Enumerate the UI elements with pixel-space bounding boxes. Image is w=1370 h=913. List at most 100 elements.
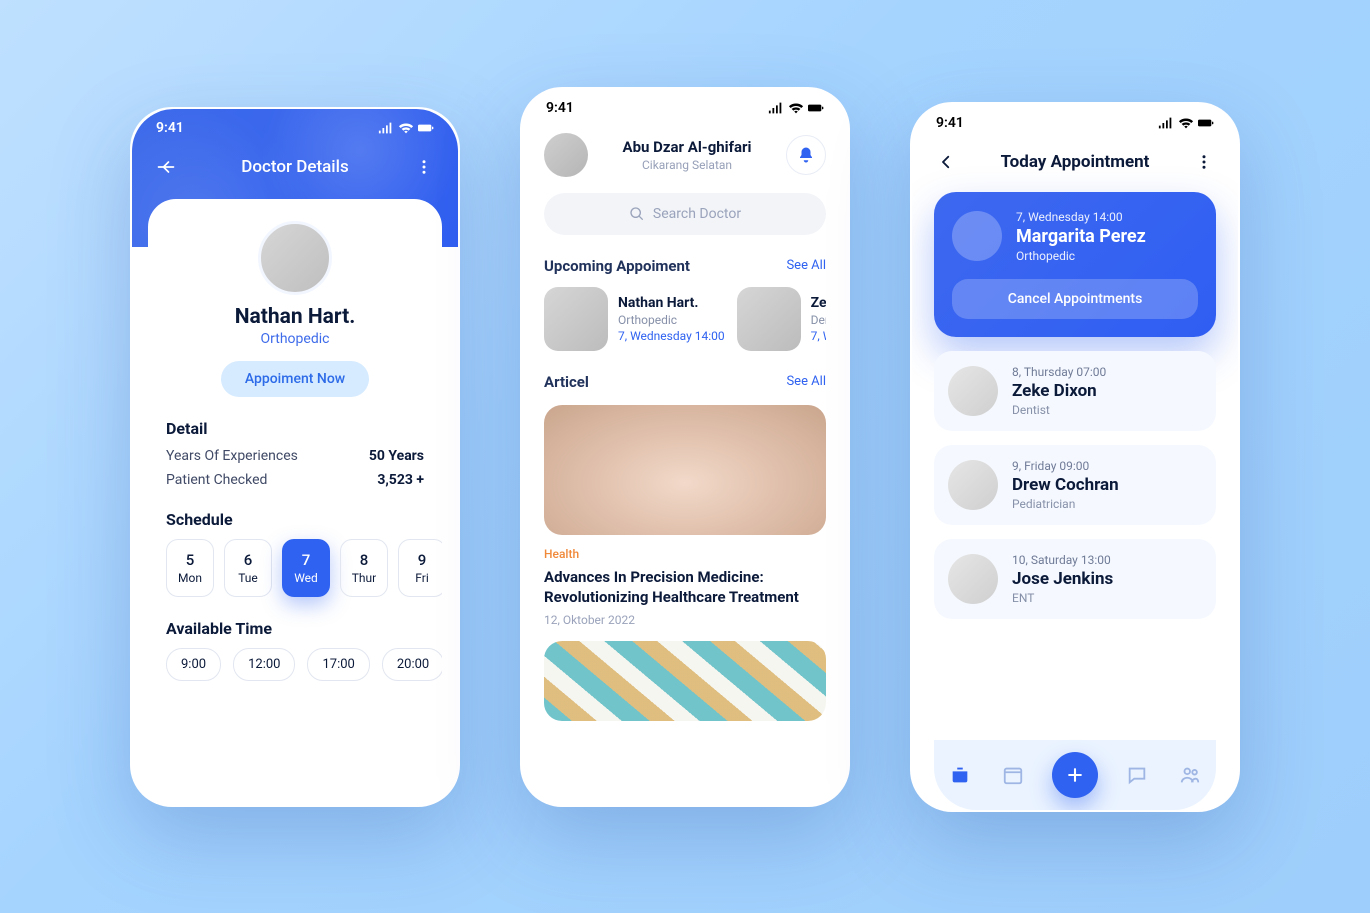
status-icons xyxy=(768,102,824,114)
briefcase-icon xyxy=(949,764,971,786)
bell-icon xyxy=(797,146,815,164)
schedule-days: 5Mon 6Tue 7Wed 8Thur 9Fri 10Sat xyxy=(166,539,424,597)
calendar-icon xyxy=(1002,764,1024,786)
tab-profile[interactable] xyxy=(1176,761,1204,789)
header-row: Doctor Details xyxy=(132,147,458,187)
status-bar: 9:41 xyxy=(132,109,458,147)
appointment-name: Zeke Dixon xyxy=(1012,381,1106,401)
doctor-thumb xyxy=(737,287,801,351)
user-avatar[interactable] xyxy=(544,133,588,177)
article-date: 12, Oktober 2022 xyxy=(544,613,826,627)
appointment-when: 7, We xyxy=(811,329,826,343)
appointment-hero[interactable]: 7, Wednesday 14:00 Margarita Perez Ortho… xyxy=(934,192,1216,337)
see-all-link[interactable]: See All xyxy=(786,258,826,273)
time-option[interactable]: 20:00 xyxy=(382,648,442,681)
appointment-name: Nathan Hart. xyxy=(618,295,725,311)
wifi-icon xyxy=(1178,117,1194,129)
cancel-appointment-button[interactable]: Cancel Appointments xyxy=(952,279,1198,319)
appointment-name: Jose Jenkins xyxy=(1012,569,1113,589)
patients-value: 3,523 + xyxy=(377,472,424,488)
status-bar: 9:41 xyxy=(912,104,1238,142)
appointment-spec: Orthopedic xyxy=(618,313,725,327)
plus-icon xyxy=(1065,765,1085,785)
battery-icon xyxy=(418,122,434,134)
doctor-avatar xyxy=(948,460,998,510)
tab-calendar[interactable] xyxy=(999,761,1027,789)
arrow-left-icon xyxy=(156,157,176,177)
upcoming-list[interactable]: Nathan Hart. Orthopedic 7, Wednesday 14:… xyxy=(544,287,826,351)
appointment-card[interactable]: Nathan Hart. Orthopedic 7, Wednesday 14:… xyxy=(544,287,725,351)
day-option-selected[interactable]: 7Wed xyxy=(282,539,330,597)
available-heading: Available Time xyxy=(166,619,424,638)
doctor-avatar xyxy=(948,554,998,604)
tab-chat[interactable] xyxy=(1123,761,1151,789)
day-option[interactable]: 9Fri xyxy=(398,539,442,597)
status-time: 9:41 xyxy=(546,100,574,116)
appointment-row[interactable]: 10, Saturday 13:00 Jose Jenkins ENT xyxy=(934,539,1216,619)
experience-row: Years Of Experiences 50 Years xyxy=(166,448,424,464)
tab-home[interactable] xyxy=(946,761,974,789)
battery-icon xyxy=(1198,117,1214,129)
phone-appointments: 9:41 Today Appointment 7, Wednesday 14:0… xyxy=(910,102,1240,812)
chat-icon xyxy=(1126,764,1148,786)
page-title: Doctor Details xyxy=(241,157,348,177)
experience-label: Years Of Experiences xyxy=(166,448,298,464)
appointment-spec: ENT xyxy=(1012,591,1113,605)
book-appointment-button[interactable]: Appoiment Now xyxy=(221,361,369,397)
appointments-body: Today Appointment 7, Wednesday 14:00 Mar… xyxy=(912,142,1238,810)
back-button[interactable] xyxy=(154,155,178,179)
doctor-thumb xyxy=(544,287,608,351)
tab-bar xyxy=(934,740,1216,810)
more-button[interactable] xyxy=(1192,150,1216,174)
article-image[interactable] xyxy=(544,641,826,721)
time-option[interactable]: 12:00 xyxy=(233,648,295,681)
chevron-left-icon xyxy=(937,153,955,171)
home-body: Abu Dzar Al-ghifari Cikarang Selatan Sea… xyxy=(522,127,848,722)
doctor-avatar xyxy=(948,366,998,416)
article-title[interactable]: Advances In Precision Medicine: Revoluti… xyxy=(544,567,826,608)
battery-icon xyxy=(808,102,824,114)
see-all-link[interactable]: See All xyxy=(786,374,826,389)
user-location: Cikarang Selatan xyxy=(600,158,774,172)
appointment-name: Margarita Perez xyxy=(1016,226,1146,247)
appointment-spec: Orthopedic xyxy=(1016,249,1146,263)
search-placeholder: Search Doctor xyxy=(653,206,741,222)
status-time: 9:41 xyxy=(936,115,964,131)
dots-vertical-icon xyxy=(415,158,433,176)
user-info: Abu Dzar Al-ghifari Cikarang Selatan xyxy=(600,138,774,172)
notifications-button[interactable] xyxy=(786,135,826,175)
time-option[interactable]: 17:00 xyxy=(307,648,369,681)
back-button[interactable] xyxy=(934,150,958,174)
appointment-name: Drew Cochran xyxy=(1012,475,1119,495)
appointment-row[interactable]: 8, Thursday 07:00 Zeke Dixon Dentist xyxy=(934,351,1216,431)
add-button[interactable] xyxy=(1052,752,1098,798)
signal-icon xyxy=(1158,117,1174,129)
doctor-name: Nathan Hart. xyxy=(166,305,424,329)
appointment-spec: Pediatrician xyxy=(1012,497,1119,511)
search-input[interactable]: Search Doctor xyxy=(544,193,826,235)
phone-doctor-details: 9:41 Doctor Details Nathan Hart. Orthope… xyxy=(130,107,460,807)
more-button[interactable] xyxy=(412,155,436,179)
search-icon xyxy=(629,206,645,222)
schedule-heading: Schedule xyxy=(166,510,424,529)
wifi-icon xyxy=(398,122,414,134)
signal-icon xyxy=(378,122,394,134)
status-icons xyxy=(378,122,434,134)
dots-vertical-icon xyxy=(1195,153,1213,171)
appointment-time: 9, Friday 09:00 xyxy=(1012,459,1119,473)
day-option[interactable]: 8Thur xyxy=(340,539,388,597)
time-option[interactable]: 9:00 xyxy=(166,648,221,681)
appointment-time: 10, Saturday 13:00 xyxy=(1012,553,1113,567)
appointment-row[interactable]: 9, Friday 09:00 Drew Cochran Pediatricia… xyxy=(934,445,1216,525)
appointment-card[interactable]: Zek Dent 7, We xyxy=(737,287,826,351)
day-option[interactable]: 5Mon xyxy=(166,539,214,597)
appointment-spec: Dentist xyxy=(1012,403,1106,417)
experience-value: 50 Years xyxy=(369,448,424,464)
user-name: Abu Dzar Al-ghifari xyxy=(600,138,774,156)
signal-icon xyxy=(768,102,784,114)
user-header: Abu Dzar Al-ghifari Cikarang Selatan xyxy=(544,133,826,177)
doctor-specialty: Orthopedic xyxy=(166,331,424,347)
article-image[interactable] xyxy=(544,405,826,535)
status-time: 9:41 xyxy=(156,120,184,136)
day-option[interactable]: 6Tue xyxy=(224,539,272,597)
